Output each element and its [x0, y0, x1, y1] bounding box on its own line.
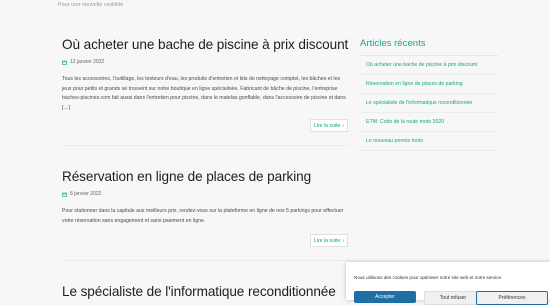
- cookie-preferences-button[interactable]: Préférences: [476, 291, 548, 305]
- site-tagline: Pour une nouvelle visibilité: [58, 2, 124, 8]
- recent-post-link[interactable]: Où acheter une bache de piscine à prix d…: [360, 56, 498, 75]
- recent-post-link[interactable]: Réservation en ligne de places de parkin…: [360, 75, 498, 94]
- recent-post-link[interactable]: ETM: Code de la route moto 2020: [360, 113, 498, 132]
- recent-post-link[interactable]: Le nouveau permis moto: [360, 132, 498, 151]
- post-date-text: 6 janvier 2022: [70, 191, 102, 197]
- post-title[interactable]: Réservation en ligne de places de parkin…: [62, 169, 350, 184]
- post-date-text: 12 janvier 2022: [70, 59, 105, 65]
- read-more-label: Lire la suite: [313, 122, 341, 129]
- post-title[interactable]: Le spécialiste de l'informatique recondi…: [62, 284, 350, 299]
- accept-cookies-button[interactable]: Accepter: [354, 291, 416, 303]
- post-date: 12 janvier 2022: [62, 59, 350, 65]
- post-2: Réservation en ligne de places de parkin…: [62, 169, 350, 226]
- post-date: 6 janvier 2022: [62, 191, 350, 197]
- post-excerpt: Pour stationner dans la capitale aux mei…: [62, 208, 344, 224]
- post-excerpt: Tous les accessoires, l'outillage, les t…: [62, 76, 346, 111]
- post-3: Le spécialiste de l'informatique recondi…: [62, 284, 350, 299]
- deny-cookies-button[interactable]: Tout refuser: [424, 291, 482, 305]
- post-divider: [62, 145, 350, 146]
- cookie-message: Nous utilisons des cookies pour optimise…: [354, 275, 503, 280]
- read-more-button[interactable]: Lire la suite ›: [310, 119, 348, 132]
- calendar-icon: [62, 192, 67, 197]
- recent-post-link[interactable]: Le spécialiste de l'informatique recondi…: [360, 94, 498, 113]
- chevron-right-icon: ›: [342, 237, 345, 244]
- cookie-banner: Nous utilisons des cookies pour optimise…: [346, 262, 550, 305]
- read-more-button[interactable]: Lire la suite ›: [310, 234, 348, 247]
- chevron-right-icon: ›: [342, 122, 345, 129]
- sidebar-recent-posts: Articles récents Où acheter une bache de…: [360, 38, 498, 151]
- calendar-icon: [62, 60, 67, 65]
- post-1: Où acheter une bache de piscine à prix d…: [62, 37, 350, 113]
- sidebar-title: Articles récents: [360, 38, 426, 49]
- read-more-label: Lire la suite: [313, 237, 341, 244]
- post-divider: [62, 260, 350, 261]
- post-title[interactable]: Où acheter une bache de piscine à prix d…: [62, 37, 350, 52]
